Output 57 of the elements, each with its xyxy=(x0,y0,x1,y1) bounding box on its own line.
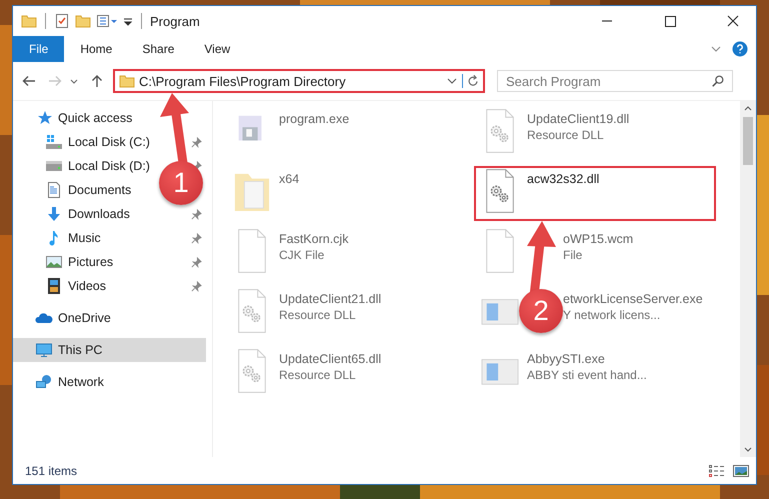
file-type: Y network licens... xyxy=(563,308,662,322)
sidebar-item[interactable]: Downloads xyxy=(13,202,134,226)
file-name: UpdateClient65.dll xyxy=(279,352,382,366)
item-count: 151 items xyxy=(25,464,78,478)
file-name: UpdateClient19.dll xyxy=(527,112,630,126)
file-name: etworkLicenseServer.exe xyxy=(563,292,703,306)
file-type: Resource DLL xyxy=(279,308,357,322)
sidebar-item[interactable]: Network xyxy=(13,370,212,394)
folder-icon[interactable] xyxy=(21,13,37,29)
drive-icon xyxy=(45,134,63,150)
folder-icon[interactable] xyxy=(75,13,91,29)
network-icon xyxy=(35,374,53,390)
file-name: acw32s32.dll xyxy=(527,172,600,186)
file-type: Resource DLL xyxy=(527,128,605,142)
search-field[interactable]: Search Program xyxy=(497,70,733,92)
file-menu-button[interactable]: File xyxy=(13,36,64,62)
sidebar-item[interactable]: Pictures xyxy=(13,250,118,274)
sidebar-item[interactable]: Quick access xyxy=(13,106,212,130)
file-name: UpdateClient21.dll xyxy=(279,292,382,306)
folder-icon xyxy=(119,73,135,89)
help-icon[interactable] xyxy=(732,41,748,57)
ribbon-tab[interactable]: View xyxy=(190,36,244,62)
sidebar-item[interactable]: Documents xyxy=(13,178,136,202)
file-item[interactable]: acw32s32.dll xyxy=(474,166,716,221)
properties-icon[interactable] xyxy=(96,13,118,29)
sidebar-item[interactable]: OneDrive xyxy=(13,306,212,330)
ribbon-tab[interactable]: Home xyxy=(66,36,126,62)
file-name: oWP15.wcm xyxy=(563,232,634,246)
sidebar-item[interactable]: This PC xyxy=(13,338,206,362)
file-type: Resource DLL xyxy=(279,368,357,382)
sidebar-item[interactable]: Videos xyxy=(13,274,110,298)
sidebar-item[interactable]: Music xyxy=(13,226,105,250)
download-icon xyxy=(45,206,63,222)
file-name: x64 xyxy=(279,172,300,186)
ribbon-tab[interactable]: Share xyxy=(128,36,188,62)
document-icon xyxy=(45,182,63,198)
file-type: CJK File xyxy=(279,248,326,262)
scroll-thumb[interactable] xyxy=(743,117,753,165)
checklist-icon[interactable] xyxy=(54,13,70,29)
file-name: program.exe xyxy=(279,112,350,126)
file-name: FastKorn.cjk xyxy=(279,232,348,246)
address-bar[interactable]: C:\Program Files\Program Directory xyxy=(113,69,485,93)
picture-icon xyxy=(45,254,63,270)
drive-icon xyxy=(45,158,63,174)
film-icon xyxy=(45,278,63,294)
file-name: AbbyySTI.exe xyxy=(527,352,606,366)
search-icon[interactable] xyxy=(711,74,725,88)
details-view-icon[interactable] xyxy=(708,464,726,478)
monitor-icon xyxy=(35,342,53,358)
file-type: File xyxy=(563,248,584,262)
sidebar-item[interactable]: Local Disk (D:) xyxy=(13,154,154,178)
address-path: C:\Program Files\Program Directory xyxy=(139,74,347,88)
scrollbar[interactable] xyxy=(740,101,756,457)
sidebar-item[interactable]: Local Disk (C:) xyxy=(13,130,154,154)
large-icons-view-icon[interactable] xyxy=(732,464,750,478)
file-type: ABBY sti event hand... xyxy=(527,368,647,382)
window-title: Program xyxy=(150,14,200,28)
